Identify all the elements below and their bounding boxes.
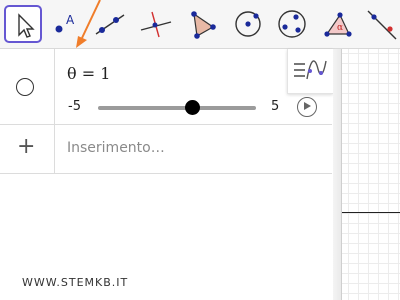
algebra-style-bar-button[interactable] [287,49,333,94]
circle-center-point-tool-button[interactable] [229,5,267,43]
slider-expression[interactable]: θ = 1 [67,64,110,83]
angle-tool-button[interactable]: α [319,5,357,43]
input-row: + Inserimento… [0,125,332,174]
polygon-tool-button[interactable] [183,5,221,43]
reflect-tool-button[interactable] [362,5,400,43]
slider-row: θ = 1 -5 5 [0,49,333,125]
angle-tool-label: α [337,23,343,33]
perpendicular-line-icon [140,11,172,38]
algebra-view: θ = 1 -5 5 + Inserimento… [0,49,333,300]
slider-track[interactable] [98,106,256,110]
function-graph-icon [294,60,327,80]
polygon-icon [191,11,216,39]
input-marble-column: + [0,125,55,173]
angle-icon: α [324,12,352,37]
view-divider[interactable] [333,49,342,300]
slider-thumb[interactable] [185,100,201,115]
annotation-arrow-icon [76,0,101,48]
add-item-icon[interactable]: + [17,136,35,158]
play-animation-button[interactable] [297,97,317,117]
x-axis [334,212,400,213]
watermark: WWW.STEMKB.IT [22,276,129,289]
move-tool-button[interactable] [4,5,42,43]
slider-min-label: -5 [68,99,81,114]
circle-three-points-tool-button[interactable] [273,5,311,43]
algebra-input-field[interactable]: Inserimento… [67,140,165,156]
visibility-toggle[interactable] [16,78,34,96]
graphics-view[interactable] [333,49,400,300]
slider-max-label: 5 [271,99,280,114]
perpendicular-line-tool-button[interactable] [137,5,175,43]
reflect-line-icon [367,10,397,40]
marble-column [0,49,55,124]
cursor-arrow-icon [18,13,35,38]
circle-three-points-icon [278,10,306,38]
circle-center-point-icon [235,11,261,37]
